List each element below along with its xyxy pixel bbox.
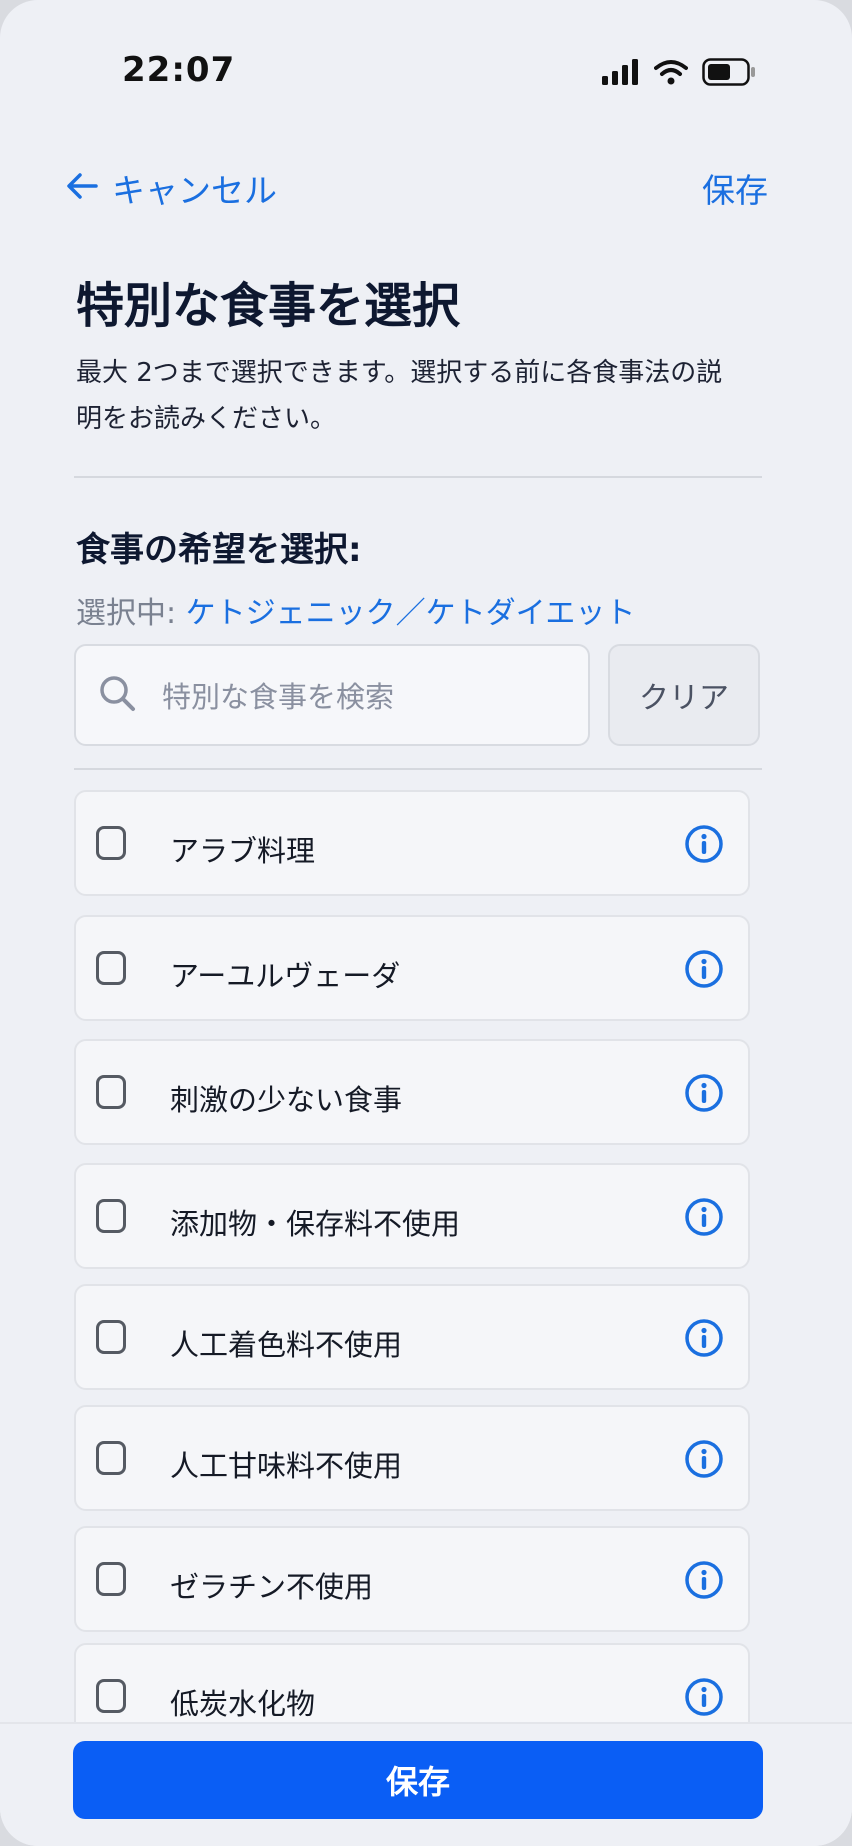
cancel-label: キャンセル [112, 171, 277, 210]
item-label: 刺激の少ない食事 [170, 1083, 403, 1117]
phone-screen: 22:07 キャンセル 保存 特別な食事を選択 最大 2つまで選択できます。選択… [0, 0, 852, 1846]
navigation-bar: キャンセル 保存 [0, 160, 852, 220]
list-item[interactable]: 人工着色料不使用 [74, 1284, 750, 1390]
page-description: 最大 2つまで選択できます。選択する前に各食事法の説明をお読みください。 [76, 358, 723, 434]
wifi-icon [654, 59, 688, 89]
save-button[interactable]: 保存 [73, 1741, 763, 1819]
battery-icon [702, 58, 756, 90]
list-item[interactable]: アーユルヴェーダ [74, 915, 750, 1021]
search-box [74, 644, 590, 746]
item-label: 低炭水化物 [170, 1687, 316, 1721]
clear-button[interactable]: クリア [608, 644, 760, 746]
list-item[interactable]: アラブ料理 [74, 790, 750, 896]
item-label: 人工着色料不使用 [170, 1328, 403, 1362]
selected-value[interactable]: ケトジェニック／ケトダイエット [186, 596, 636, 631]
item-label: アラブ料理 [170, 834, 316, 868]
list-item[interactable]: 人工甘味料不使用 [74, 1405, 750, 1511]
info-icon[interactable] [684, 824, 724, 864]
info-icon[interactable] [684, 1439, 724, 1479]
checkbox[interactable] [96, 1199, 126, 1233]
item-label: アーユルヴェーダ [170, 959, 401, 993]
info-icon[interactable] [684, 1677, 724, 1717]
item-label: 添加物・保存料不使用 [170, 1207, 461, 1241]
selected-label: 選択中: [76, 596, 177, 631]
search-input[interactable] [160, 670, 564, 724]
info-icon[interactable] [684, 1197, 724, 1237]
checkbox[interactable] [96, 1441, 126, 1475]
status-icons [602, 58, 756, 90]
status-bar: 22:07 [0, 0, 852, 120]
info-icon[interactable] [684, 1073, 724, 1113]
list-item[interactable]: 添加物・保存料不使用 [74, 1163, 750, 1269]
checkbox[interactable] [96, 1679, 126, 1713]
list-item[interactable]: 刺激の少ない食事 [74, 1039, 750, 1145]
checkbox[interactable] [96, 951, 126, 985]
checkbox[interactable] [96, 1562, 126, 1596]
checkbox[interactable] [96, 1320, 126, 1354]
info-icon[interactable] [684, 1560, 724, 1600]
info-icon[interactable] [684, 1318, 724, 1358]
signal-icon [602, 59, 640, 89]
cancel-button[interactable]: キャンセル [66, 164, 277, 212]
divider [74, 476, 762, 478]
header-save-button[interactable]: 保存 [702, 164, 768, 212]
list-item[interactable]: ゼラチン不使用 [74, 1526, 750, 1632]
page-title: 特別な食事を選択 [76, 278, 461, 334]
search-icon [98, 674, 138, 718]
item-label: 人工甘味料不使用 [170, 1449, 403, 1483]
checkbox[interactable] [96, 826, 126, 860]
selected-summary: 選択中: ケトジェニック／ケトダイエット [76, 588, 635, 632]
status-time: 22:07 [122, 50, 236, 90]
arrow-left-icon [66, 169, 98, 208]
divider [74, 768, 762, 770]
info-icon[interactable] [684, 949, 724, 989]
checkbox[interactable] [96, 1075, 126, 1109]
section-title: 食事の希望を選択: [76, 530, 362, 570]
item-label: ゼラチン不使用 [170, 1570, 374, 1604]
